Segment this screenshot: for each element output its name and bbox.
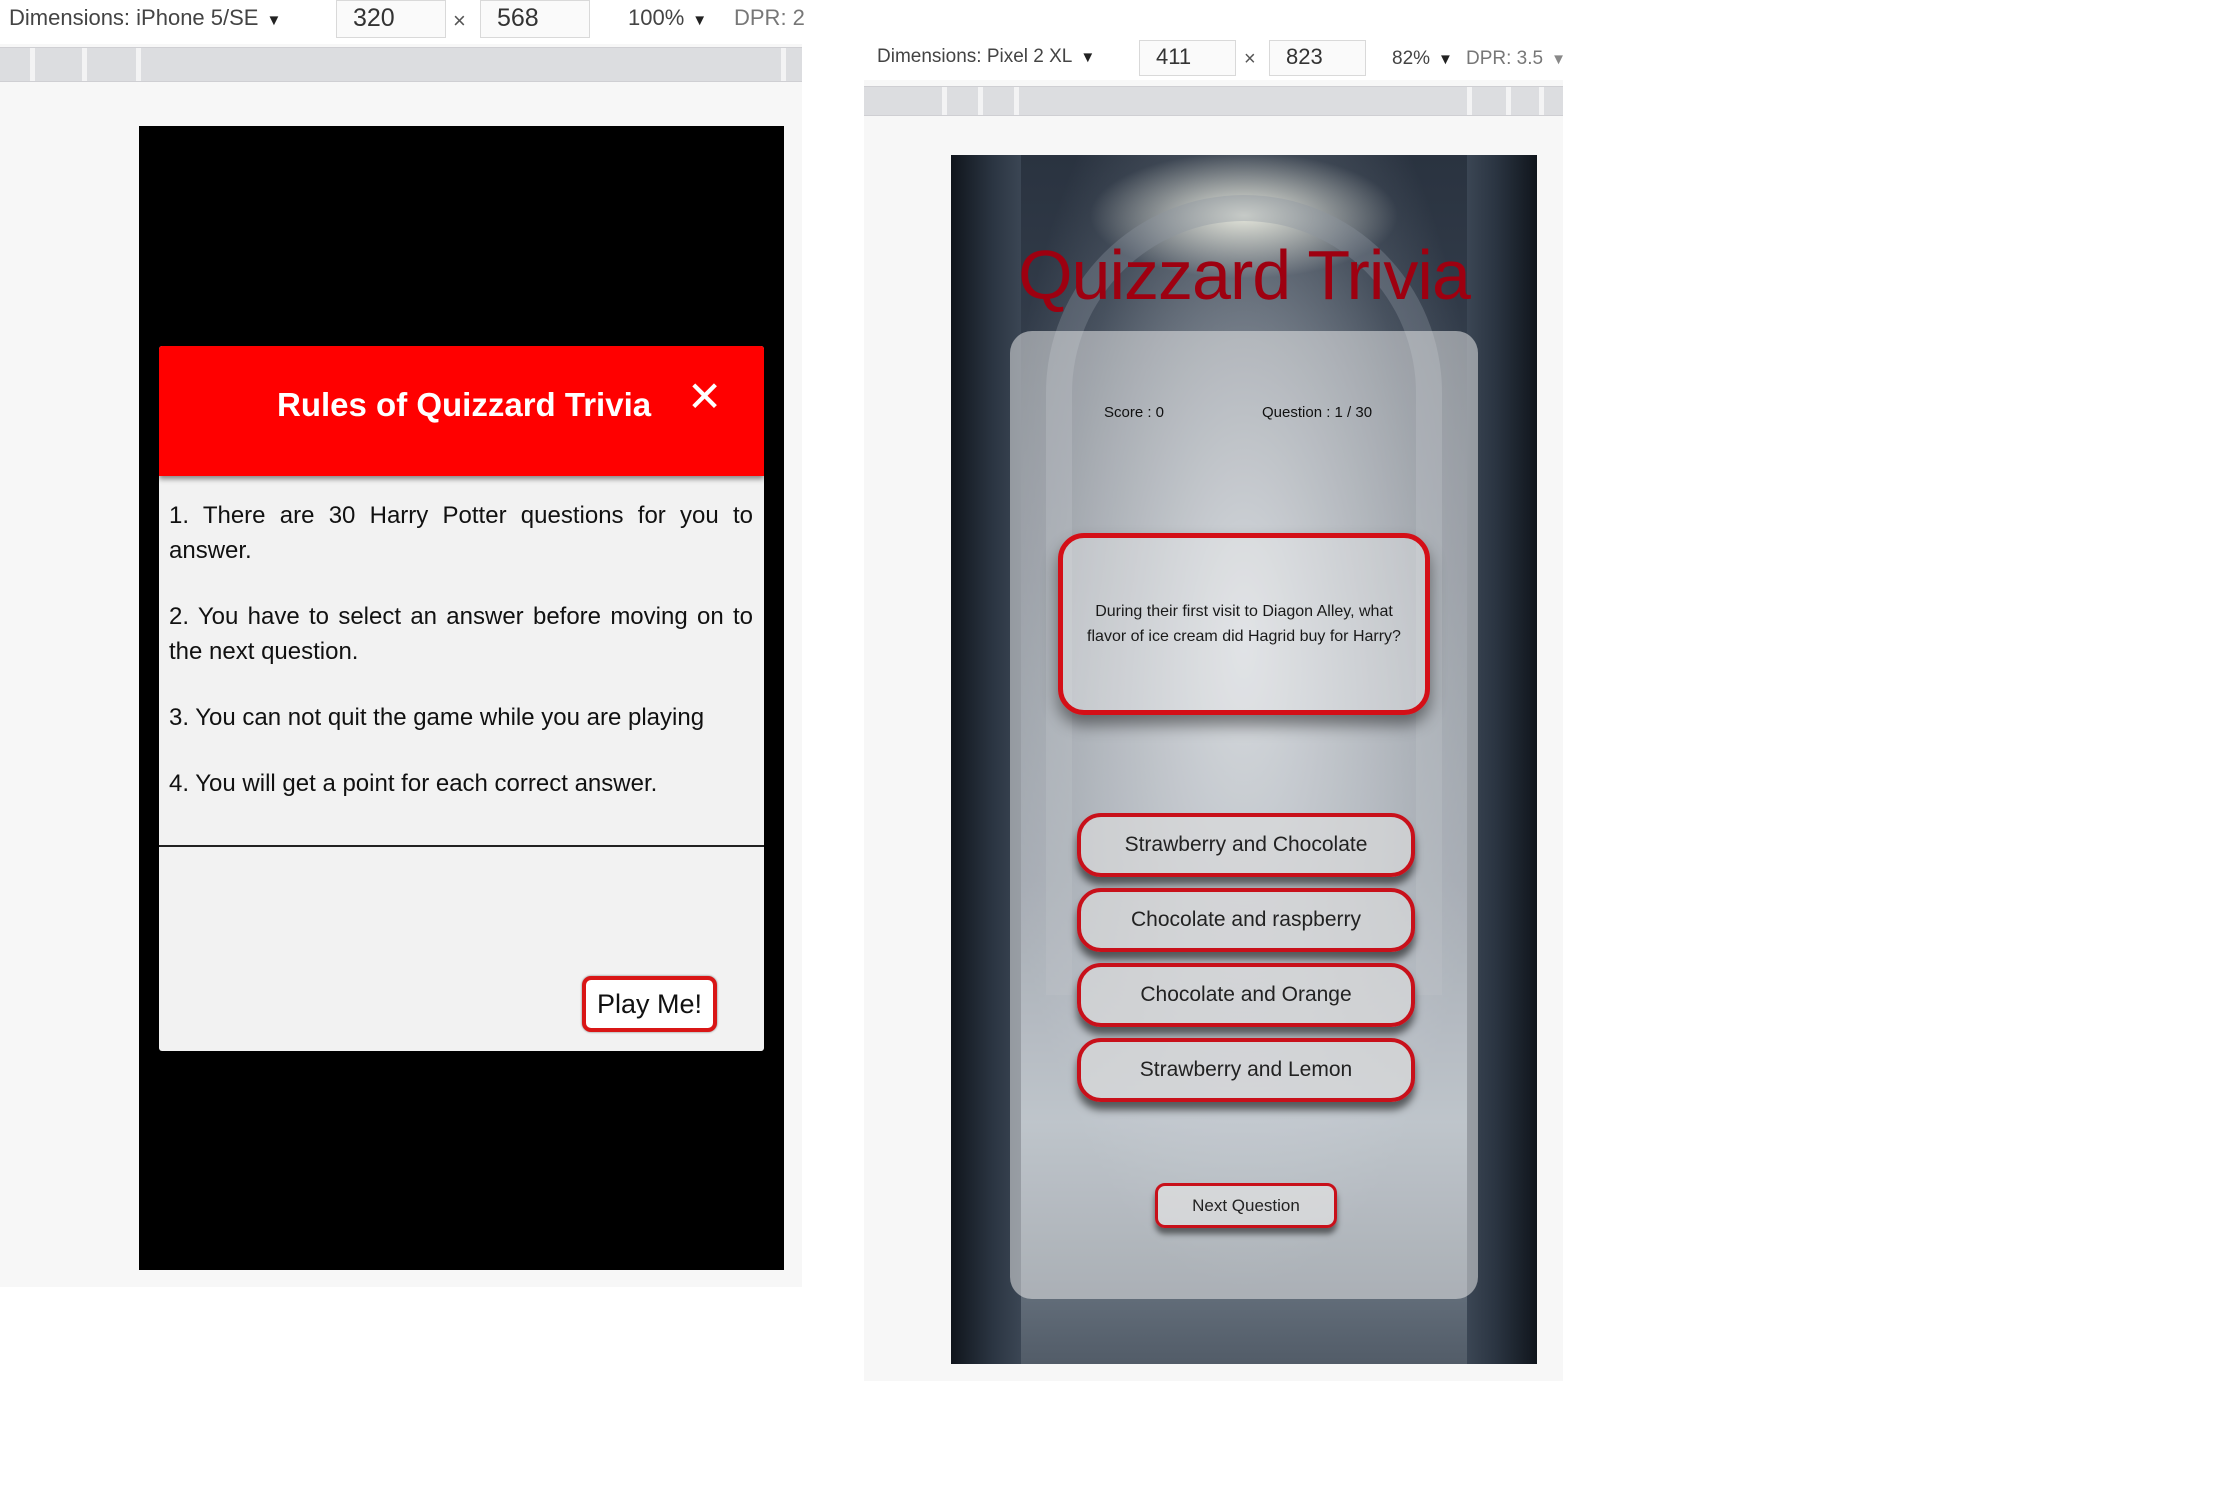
- score-label: Score : 0: [1104, 404, 1165, 421]
- times-icon: ×: [1244, 48, 1256, 70]
- answer-button[interactable]: Strawberry and Chocolate: [1077, 813, 1415, 877]
- rules-modal: Rules of Quizzard Trivia ✕ 1. There are …: [159, 346, 764, 1051]
- zoom-select[interactable]: 82% ▼: [1392, 48, 1453, 70]
- right-device-preview: Dimensions: Pixel 2 XL ▼ 411 × 823 82% ▼ D…: [864, 36, 1566, 1381]
- answer-button[interactable]: Strawberry and Lemon: [1077, 1038, 1415, 1102]
- height-input[interactable]: 823: [1269, 40, 1366, 76]
- ruler-tick: [1014, 87, 1019, 115]
- device-select[interactable]: Dimensions: iPhone 5/SE ▼: [9, 5, 281, 31]
- answer-button[interactable]: Chocolate and Orange: [1077, 963, 1415, 1027]
- zoom-select[interactable]: 100% ▼: [628, 5, 707, 31]
- quiz-card: Score : 0 Question : 1 / 30 During their…: [1010, 331, 1478, 1299]
- width-input[interactable]: 320: [336, 0, 446, 38]
- ruler-tick: [781, 48, 786, 81]
- dropdown-triangle-icon: ▼: [692, 12, 708, 29]
- ruler-tick: [1539, 87, 1544, 115]
- question-box: During their first visit to Diagon Alley…: [1058, 533, 1430, 715]
- dropdown-triangle-icon: ▼: [266, 12, 282, 29]
- rule-item: 4. You will get a point for each correct…: [169, 770, 658, 797]
- device-label: Dimensions: Pixel 2 XL: [877, 46, 1073, 67]
- dpr-label: DPR: 3.5: [1466, 48, 1544, 69]
- left-device-preview: Dimensions: iPhone 5/SE ▼ 320 × 568 100% ▼…: [0, 0, 805, 1287]
- rule-item: 1. There are 30 Harry Potter questions f…: [169, 502, 753, 564]
- times-icon: ×: [453, 8, 466, 33]
- modal-title: Rules of Quizzard Trivia: [277, 386, 652, 423]
- width-input[interactable]: 411: [1139, 40, 1236, 76]
- device-label: Dimensions: iPhone 5/SE: [9, 5, 259, 30]
- ruler-tick: [978, 87, 983, 115]
- height-input[interactable]: 568: [480, 0, 590, 38]
- rules-list: 1. There are 30 Harry Potter questions f…: [169, 498, 753, 832]
- quiz-title: Quizzard Trivia: [1018, 236, 1471, 314]
- media-query-ruler[interactable]: [864, 86, 1563, 116]
- modal-divider: [159, 845, 764, 847]
- ruler-tick: [1467, 87, 1472, 115]
- media-query-ruler[interactable]: [0, 47, 802, 82]
- rule-item: 3. You can not quit the game while you a…: [169, 704, 705, 731]
- dropdown-triangle-icon: ▼: [1080, 49, 1096, 66]
- ruler-tick: [30, 48, 35, 81]
- dropdown-triangle-icon: ▼: [1551, 51, 1566, 68]
- ruler-tick: [136, 48, 141, 81]
- answer-button[interactable]: Chocolate and raspberry: [1077, 888, 1415, 952]
- modal-header: Rules of Quizzard Trivia ✕: [159, 346, 764, 476]
- question-counter: Question : 1 / 30: [1262, 404, 1373, 421]
- dpr-select[interactable]: DPR: 3.5 ▼: [1466, 48, 1566, 70]
- zoom-label: 82%: [1392, 48, 1431, 69]
- ruler-tick: [82, 48, 87, 81]
- ruler-tick: [942, 87, 947, 115]
- phone-viewport: Rules of Quizzard Trivia ✕ 1. There are …: [139, 126, 784, 1270]
- question-text: During their first visit to Diagon Alley…: [1087, 603, 1401, 645]
- device-toolbar: Dimensions: iPhone 5/SE ▼ 320 × 568 100% ▼…: [0, 0, 805, 44]
- phone-viewport: Quizzard Trivia Score : 0 Question : 1 /…: [951, 155, 1537, 1364]
- close-icon[interactable]: ✕: [687, 376, 722, 418]
- dpr-select[interactable]: DPR: 2: [734, 5, 805, 31]
- ruler-tick: [1506, 87, 1511, 115]
- next-question-button[interactable]: Next Question: [1155, 1183, 1337, 1228]
- rule-item: 2. You have to select an answer before m…: [169, 603, 753, 665]
- dropdown-triangle-icon: ▼: [1438, 51, 1453, 68]
- zoom-label: 100%: [628, 5, 685, 30]
- device-toolbar: Dimensions: Pixel 2 XL ▼ 411 × 823 82% ▼ D…: [864, 36, 1566, 80]
- device-select[interactable]: Dimensions: Pixel 2 XL ▼: [877, 46, 1095, 68]
- play-button[interactable]: Play Me!: [582, 976, 717, 1032]
